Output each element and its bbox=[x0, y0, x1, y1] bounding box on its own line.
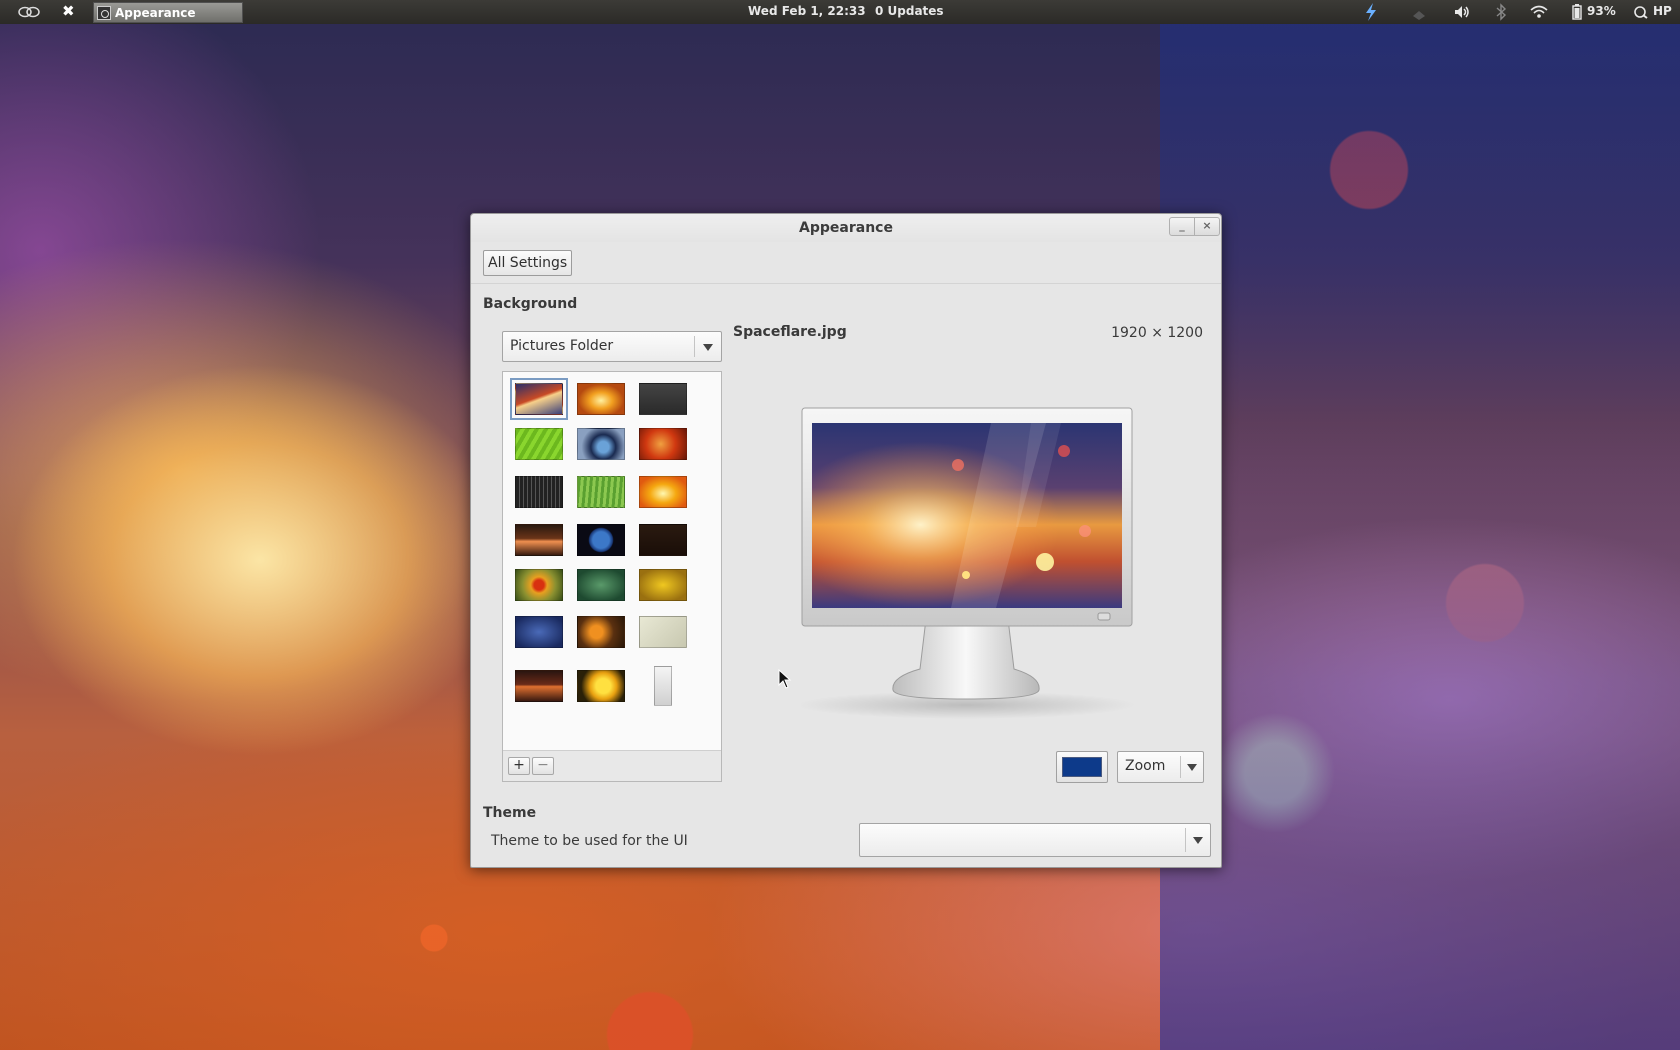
window-title: Appearance bbox=[799, 220, 893, 236]
wallpaper-thumbnail[interactable] bbox=[515, 524, 563, 556]
chevron-down-icon bbox=[1193, 837, 1203, 844]
wallpaper-thumbnail[interactable] bbox=[577, 476, 625, 508]
appearance-app-icon bbox=[97, 5, 111, 20]
dropbox-icon[interactable] bbox=[1410, 2, 1428, 22]
remove-wallpaper-button[interactable]: − bbox=[532, 757, 554, 775]
window-titlebar[interactable]: Appearance _ × bbox=[471, 214, 1221, 242]
wallpaper-thumbnail[interactable] bbox=[577, 569, 625, 601]
taskbar-item-appearance[interactable]: Appearance bbox=[93, 2, 243, 23]
wallpaper-thumbnail[interactable] bbox=[577, 524, 625, 556]
taskbar-item-label: Appearance bbox=[115, 5, 196, 20]
wallpaper-thumbnail[interactable] bbox=[639, 383, 687, 415]
close-window-button[interactable]: × bbox=[1194, 217, 1220, 236]
add-wallpaper-button[interactable]: + bbox=[508, 757, 530, 775]
background-source-value: Pictures Folder bbox=[510, 338, 614, 354]
bluetooth-icon[interactable] bbox=[1494, 2, 1508, 22]
color-swatch-fill bbox=[1062, 757, 1102, 777]
desktop-wallpaper bbox=[1160, 0, 1680, 1050]
zoom-combo-value: Zoom bbox=[1125, 758, 1166, 774]
background-color-button[interactable] bbox=[1056, 751, 1108, 783]
user-menu-icon[interactable] bbox=[1633, 2, 1649, 22]
wallpaper-thumbnail[interactable] bbox=[639, 524, 687, 556]
appearance-window: Appearance _ × All Settings Background P… bbox=[470, 213, 1222, 868]
lightning-icon[interactable] bbox=[1363, 2, 1379, 22]
panel-clock[interactable]: Wed Feb 1, 22:33 bbox=[748, 4, 866, 18]
minimize-button[interactable]: _ bbox=[1169, 217, 1195, 236]
battery-icon[interactable] bbox=[1571, 2, 1583, 22]
wallpaper-thumbnail[interactable] bbox=[639, 616, 687, 648]
close-app-icon[interactable]: ✖ bbox=[62, 2, 75, 20]
wallpaper-thumbnail[interactable] bbox=[577, 428, 625, 460]
wallpaper-thumbnail[interactable] bbox=[515, 616, 563, 648]
mouse-pointer-icon bbox=[778, 669, 792, 689]
wallpaper-thumbnail[interactable] bbox=[510, 378, 568, 420]
all-settings-button[interactable]: All Settings bbox=[483, 250, 573, 276]
battery-percent[interactable]: 93% bbox=[1587, 4, 1616, 18]
chevron-down-icon bbox=[703, 344, 713, 351]
theme-label: Theme to be used for the UI bbox=[491, 833, 688, 849]
wallpaper-thumbnail[interactable] bbox=[639, 428, 687, 460]
theme-heading: Theme bbox=[483, 805, 537, 821]
wallpaper-preview-monitor bbox=[801, 407, 1135, 719]
wallpaper-thumbnail[interactable] bbox=[577, 616, 625, 648]
wallpaper-zoom-combo[interactable]: Zoom bbox=[1117, 751, 1204, 783]
wallpaper-dimensions: 1920 × 1200 bbox=[1111, 325, 1203, 341]
wallpaper-thumbnail[interactable] bbox=[577, 670, 625, 702]
launcher-icon[interactable] bbox=[18, 4, 40, 20]
user-name[interactable]: HP bbox=[1653, 4, 1672, 18]
top-panel: ✖ Appearance Wed Feb 1, 22:33 0 Updates … bbox=[0, 0, 1680, 24]
wallpaper-thumbnail[interactable] bbox=[654, 666, 672, 706]
wallpaper-file-name: Spaceflare.jpg bbox=[733, 324, 847, 340]
toolbar: All Settings bbox=[471, 242, 1221, 284]
theme-combo[interactable] bbox=[859, 823, 1211, 857]
volume-icon[interactable] bbox=[1453, 2, 1471, 22]
wallpaper-thumbnail[interactable] bbox=[515, 476, 563, 508]
wifi-icon[interactable] bbox=[1530, 2, 1548, 22]
panel-updates[interactable]: 0 Updates bbox=[875, 4, 944, 18]
chevron-down-icon bbox=[1187, 764, 1197, 771]
wallpaper-thumbnail[interactable] bbox=[515, 569, 563, 601]
background-heading: Background bbox=[483, 296, 578, 312]
wallpaper-thumbnail[interactable] bbox=[639, 569, 687, 601]
background-source-combo[interactable]: Pictures Folder bbox=[502, 331, 722, 362]
wallpaper-thumbnail[interactable] bbox=[639, 476, 687, 508]
wallpaper-thumbnail-list[interactable]: + − bbox=[502, 371, 722, 782]
wallpaper-thumbnail[interactable] bbox=[515, 428, 563, 460]
thumbnail-list-footer: + − bbox=[503, 750, 721, 781]
wallpaper-thumbnail[interactable] bbox=[515, 670, 563, 702]
wallpaper-thumbnail[interactable] bbox=[577, 383, 625, 415]
